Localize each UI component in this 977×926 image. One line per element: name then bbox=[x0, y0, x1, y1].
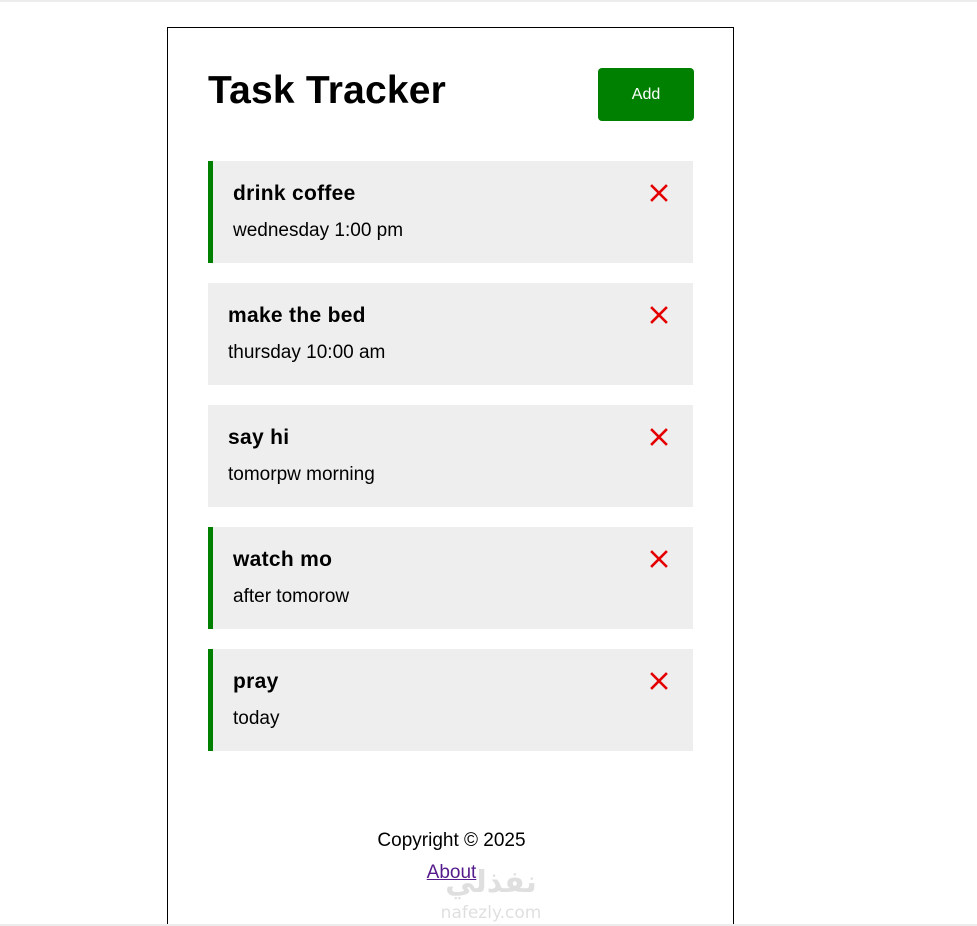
close-icon[interactable] bbox=[649, 671, 669, 691]
about-link[interactable]: About bbox=[427, 861, 477, 885]
task-list: drink coffee wednesday 1:00 pm make the … bbox=[208, 161, 694, 771]
close-icon[interactable] bbox=[649, 427, 669, 447]
app-header: Task Tracker Add bbox=[208, 68, 694, 122]
page-title: Task Tracker bbox=[208, 69, 447, 112]
task-item[interactable]: make the bed thursday 10:00 am bbox=[208, 283, 693, 385]
task-day: thursday 10:00 am bbox=[228, 342, 386, 363]
top-divider bbox=[0, 0, 977, 2]
task-item[interactable]: drink coffee wednesday 1:00 pm bbox=[208, 161, 693, 263]
task-day: wednesday 1:00 pm bbox=[233, 220, 404, 241]
add-task-button[interactable]: Add bbox=[598, 68, 694, 121]
task-title: make the bed bbox=[228, 304, 366, 327]
app-container: Task Tracker Add drink coffee wednesday … bbox=[167, 27, 734, 926]
task-title: watch mo bbox=[233, 548, 333, 571]
task-item[interactable]: pray today bbox=[208, 649, 693, 751]
task-item[interactable]: say hi tomorpw morning bbox=[208, 405, 693, 507]
task-item[interactable]: watch mo after tomorow bbox=[208, 527, 693, 629]
close-icon[interactable] bbox=[649, 549, 669, 569]
close-icon[interactable] bbox=[649, 183, 669, 203]
task-day: today bbox=[233, 708, 280, 729]
copyright-text: Copyright © 2025 bbox=[377, 830, 526, 851]
task-title: pray bbox=[233, 670, 279, 693]
task-day: after tomorow bbox=[233, 586, 350, 607]
task-day: tomorpw morning bbox=[228, 464, 375, 485]
close-icon[interactable] bbox=[649, 305, 669, 325]
task-title: say hi bbox=[228, 426, 290, 449]
task-title: drink coffee bbox=[233, 182, 356, 205]
app-footer: Copyright © 2025 About bbox=[168, 829, 735, 885]
